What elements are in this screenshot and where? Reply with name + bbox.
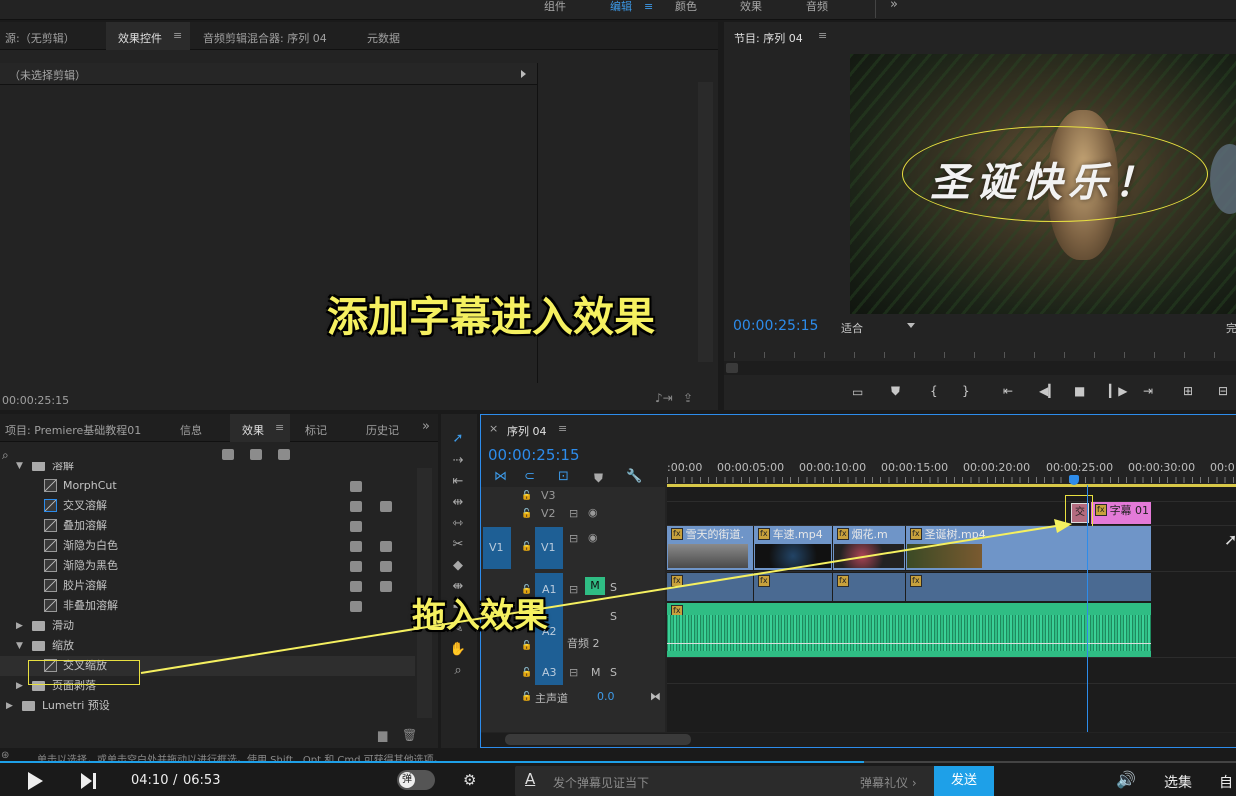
danmu-toggle[interactable]: 弹 [397,770,435,790]
danmu-toggle-label: 弹 [399,772,415,788]
info-icon: ⊛ [1,750,10,761]
next-icon[interactable] [81,773,92,789]
danmu-etiquette-link[interactable]: 弹幕礼仪 › [860,774,917,791]
send-button[interactable]: 发送 [934,766,994,796]
video-player-bar: 04:10 / 06:53 弹 ⚙ A 发个弹幕见证当下 弹幕礼仪 › 发送 🔊… [0,761,1236,796]
text-style-icon[interactable]: A [525,770,535,788]
volume-icon[interactable]: 🔊 [1116,770,1136,789]
next-bar [93,773,96,789]
time-separator: / [173,773,178,788]
auto-button[interactable]: 自 [1219,772,1233,792]
danmu-input[interactable]: A 发个弹幕见证当下 弹幕礼仪 › [515,766,934,796]
total-time: 06:53 [183,773,221,788]
progress-fill [0,761,864,763]
current-time: 04:10 [131,773,169,788]
episodes-button[interactable]: 选集 [1164,772,1192,792]
drag-arrow [140,519,1072,674]
play-icon[interactable] [28,772,43,790]
danmu-settings-icon[interactable]: ⚙ [463,771,476,789]
danmu-placeholder: 发个弹幕见证当下 [553,776,650,790]
